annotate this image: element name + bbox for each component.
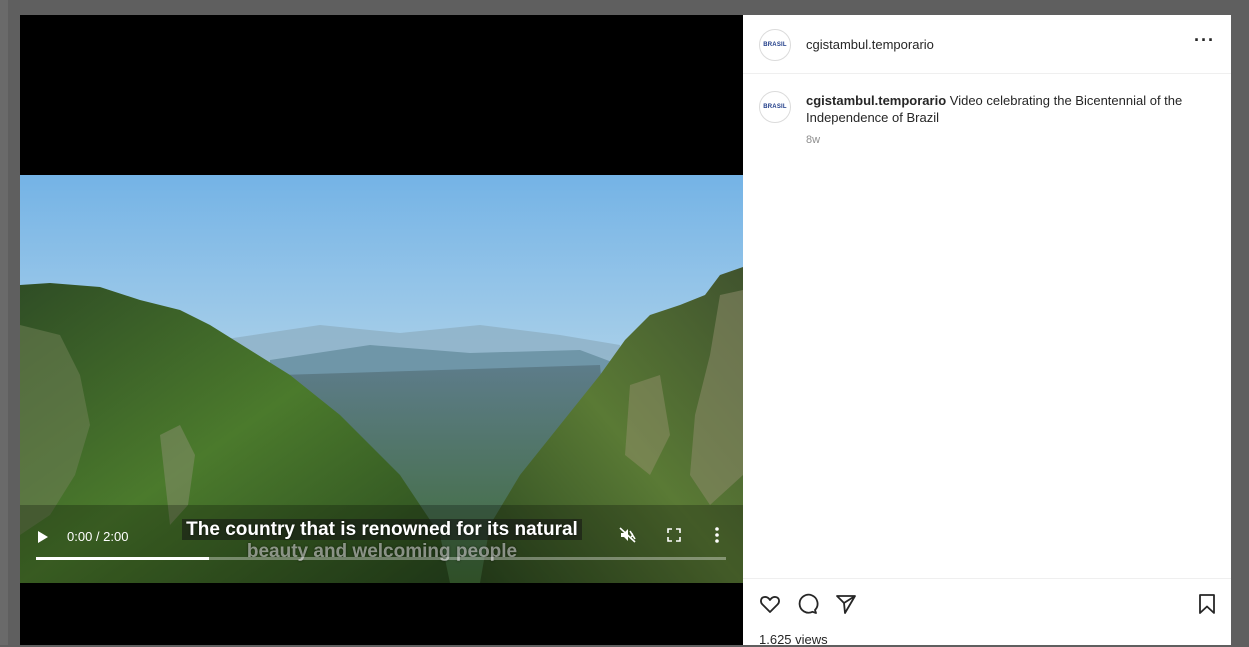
avatar-logo-text: BRASIL <box>763 104 787 110</box>
caption-avatar[interactable]: BRASIL <box>759 91 791 123</box>
share-button[interactable] <box>834 592 858 616</box>
video-controls: 0:00 / 2:00 The country that is renowned… <box>20 515 743 585</box>
video-more-button[interactable] <box>712 525 722 545</box>
video-progress-bar[interactable] <box>36 557 726 560</box>
caption-username[interactable]: cgistambul.temporario <box>806 93 946 108</box>
post-header: BRASIL cgistambul.temporario ··· <box>743 15 1231 74</box>
like-button[interactable] <box>758 592 782 616</box>
post-time[interactable]: 8w <box>806 134 820 146</box>
paper-plane-icon <box>836 595 856 614</box>
play-icon <box>38 531 48 543</box>
avatar[interactable]: BRASIL <box>759 29 791 61</box>
avatar-logo-text: BRASIL <box>763 42 787 48</box>
vertical-dots-icon <box>715 527 719 543</box>
muted-speaker-icon <box>619 527 636 543</box>
comment-button[interactable] <box>795 592 819 616</box>
post-actions: 1.625 views <box>743 578 1231 647</box>
post-side-panel: BRASIL cgistambul.temporario ··· BRASIL … <box>743 15 1231 647</box>
mute-button[interactable] <box>618 525 638 545</box>
options-button[interactable]: ··· <box>1194 31 1215 49</box>
comment-bubble-icon <box>798 593 819 614</box>
fullscreen-button[interactable] <box>666 527 682 543</box>
post-username[interactable]: cgistambul.temporario <box>806 37 934 52</box>
comments-area: BRASIL cgistambul.temporario Video celeb… <box>743 74 1231 578</box>
page-backdrop <box>0 0 8 645</box>
bookmark-icon <box>1199 594 1215 614</box>
video-player[interactable]: 0:00 / 2:00 The country that is renowned… <box>20 15 743 645</box>
heart-icon <box>760 596 780 613</box>
post-modal: 0:00 / 2:00 The country that is renowned… <box>20 15 1231 647</box>
save-button[interactable] <box>1195 592 1219 616</box>
fullscreen-icon <box>667 528 681 542</box>
play-button[interactable] <box>36 529 50 545</box>
video-progress-fill <box>36 557 209 560</box>
subtitle-line-1: The country that is renowned for its nat… <box>182 519 582 540</box>
video-time: 0:00 / 2:00 <box>67 529 129 544</box>
post-caption: cgistambul.temporario Video celebrating … <box>806 92 1211 126</box>
